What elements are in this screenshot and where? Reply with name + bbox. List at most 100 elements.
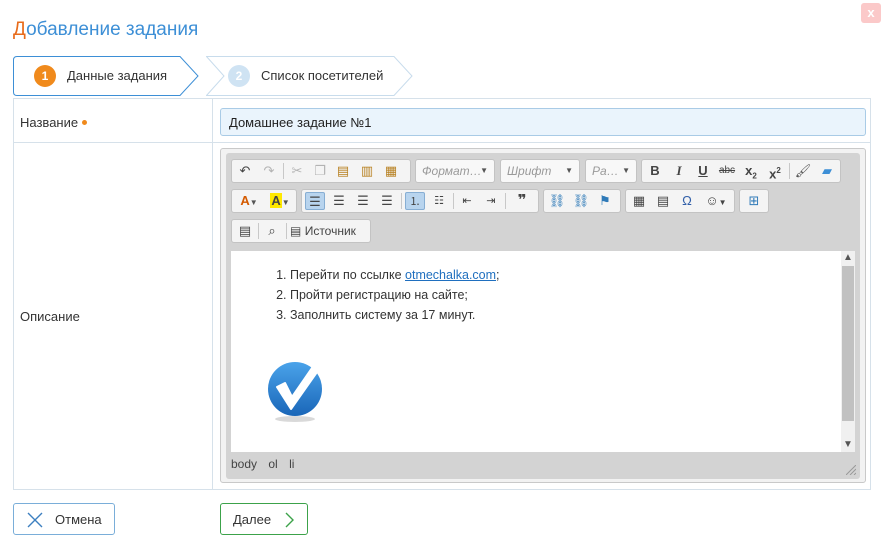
task-steps-list: Перейти по ссылке otmechalka.com; Пройти…	[274, 265, 500, 325]
cut-icon[interactable]: ✂	[287, 162, 307, 180]
editor-frame: ↶ ↷ ✂ ❐ ▤ ▥ ▦ Формат… ▼ Шрифт ▼ Ра… ▼ B I U…	[226, 153, 860, 479]
path-item-ol[interactable]: ol	[268, 457, 277, 471]
superscript-icon[interactable]: x2	[765, 162, 785, 181]
preview-icon[interactable]: ⌕	[262, 222, 282, 240]
path-item-body[interactable]: body	[231, 457, 257, 471]
table-icon[interactable]: ▦	[629, 192, 649, 210]
align-justify-icon[interactable]: ☰	[377, 192, 397, 210]
toolbar-separator	[258, 223, 259, 239]
name-label: Название	[20, 115, 88, 130]
paste-text-icon[interactable]: ▥	[357, 162, 377, 180]
scroll-down-icon[interactable]: ▼	[841, 438, 855, 452]
list-item: Заполнить систему за 17 минут.	[290, 305, 500, 325]
subscript-icon[interactable]: x2	[741, 162, 761, 181]
font-select[interactable]: Шрифт ▼	[500, 159, 580, 183]
step-label: Список посетителей	[261, 68, 384, 83]
step-number: 1	[34, 65, 56, 87]
next-label: Далее	[233, 512, 272, 527]
editor-scrollbar[interactable]: ▲ ▼	[841, 251, 855, 452]
italic-icon[interactable]: I	[669, 162, 689, 180]
rich-text-editor: ↶ ↷ ✂ ❐ ▤ ▥ ▦ Формат… ▼ Шрифт ▼ Ра… ▼ B I U…	[220, 148, 866, 483]
wizard-steps: 1 Данные задания 2 Список посетителей	[13, 56, 433, 96]
align-right-icon[interactable]: ☰	[353, 192, 373, 210]
step-task-data[interactable]: 1 Данные задания	[13, 56, 199, 96]
cancel-label: Отмена	[55, 512, 102, 527]
toolbar-group-clipboard: ↶ ↷ ✂ ❐ ▤ ▥ ▦	[231, 159, 411, 183]
toolbar-separator	[789, 163, 790, 179]
toolbar-separator	[286, 223, 287, 239]
align-left-icon[interactable]: ☰	[305, 192, 325, 210]
chevron-right-icon	[285, 512, 294, 528]
toolbar-group-maximize: ⊞	[739, 189, 769, 213]
numbered-list-icon[interactable]: ⒈	[405, 192, 425, 210]
dialog-title: Добавление задания	[13, 19, 198, 41]
outdent-icon[interactable]: ⇤	[457, 192, 477, 210]
column-divider	[212, 99, 213, 489]
strikethrough-icon[interactable]: abc	[717, 162, 737, 180]
close-button[interactable]: x	[861, 3, 881, 23]
editor-content[interactable]: Перейти по ссылке otmechalka.com; Пройти…	[231, 251, 841, 452]
step-label: Данные задания	[67, 68, 168, 83]
smiley-icon[interactable]: ☺▼	[701, 192, 731, 210]
name-input[interactable]	[220, 108, 866, 136]
templates-icon[interactable]: ▤	[235, 222, 255, 240]
toolbar-separator	[505, 193, 506, 209]
source-icon: ▤	[290, 224, 302, 238]
eraser-icon[interactable]: ▰	[817, 162, 837, 180]
path-item-li[interactable]: li	[289, 457, 294, 471]
toolbar-group-document: ▤ ⌕ ▤ Источник	[231, 219, 371, 243]
name-row: Название	[14, 99, 870, 143]
checkmark-logo-image	[268, 354, 330, 422]
anchor-flag-icon[interactable]: ⚑	[595, 192, 615, 210]
required-indicator	[82, 120, 88, 125]
unlink-icon[interactable]: ⛓	[571, 192, 591, 210]
list-item: Перейти по ссылке otmechalka.com;	[290, 265, 500, 285]
paste-word-icon[interactable]: ▦	[381, 162, 401, 180]
background-color-icon[interactable]: A▼	[265, 192, 295, 210]
special-char-icon[interactable]: Ω	[677, 192, 697, 210]
brush-icon[interactable]: 🖌	[793, 162, 813, 180]
toolbar-group-links: ⛓ ⛓ ⚑	[543, 189, 621, 213]
task-form: Название Описание ↶ ↷ ✂ ❐ ▤ ▥ ▦ Формат…▼…	[13, 98, 871, 490]
paste-icon[interactable]: ▤	[333, 162, 353, 180]
step-visitor-list[interactable]: 2 Список посетителей	[206, 56, 416, 96]
scroll-thumb[interactable]	[842, 266, 854, 421]
otmechalka-link[interactable]: otmechalka.com	[405, 268, 496, 282]
underline-icon[interactable]: U	[693, 162, 713, 180]
link-icon[interactable]: ⛓	[547, 192, 567, 210]
description-label: Описание	[20, 309, 80, 324]
dialog-title-first-letter: Д	[13, 19, 27, 40]
copy-icon[interactable]: ❐	[310, 162, 330, 180]
resize-grip-icon[interactable]	[846, 465, 856, 475]
cancel-button[interactable]: Отмена	[13, 503, 115, 535]
format-select[interactable]: Формат… ▼	[415, 159, 495, 183]
toolbar-row-1: ↶ ↷ ✂ ❐ ▤ ▥ ▦ Формат… ▼ Шрифт ▼ Ра… ▼ B I U…	[231, 159, 851, 183]
toolbar-separator	[283, 163, 284, 179]
cross-icon	[27, 512, 43, 528]
toolbar-separator	[401, 193, 402, 209]
maximize-icon[interactable]: ⊞	[744, 192, 764, 210]
bold-icon[interactable]: B	[645, 162, 665, 180]
element-path: body ol li	[231, 457, 302, 471]
size-select[interactable]: Ра… ▼	[585, 159, 637, 183]
source-button[interactable]: ▤ Источник	[290, 222, 370, 240]
bulleted-list-icon[interactable]: ☷	[429, 192, 449, 210]
indent-icon[interactable]: ⇥	[481, 192, 501, 210]
toolbar-group-paragraph: ☰ ☰ ☰ ☰ ⒈ ☷ ⇤ ⇥ ❞	[301, 189, 539, 213]
toolbar-row-3: ▤ ⌕ ▤ Источник	[231, 219, 851, 243]
scroll-up-icon[interactable]: ▲	[841, 251, 855, 265]
toolbar-group-insert: ▦ ▤ Ω ☺▼	[625, 189, 735, 213]
redo-icon[interactable]: ↷	[259, 162, 279, 180]
horizontal-rule-icon[interactable]: ▤	[653, 192, 673, 210]
undo-icon[interactable]: ↶	[235, 162, 255, 180]
step-number: 2	[228, 65, 250, 87]
toolbar-group-text-style: B I U abc x2 x2 🖌 ▰	[641, 159, 841, 183]
blockquote-icon[interactable]: ❞	[512, 192, 532, 210]
toolbar-separator	[453, 193, 454, 209]
toolbar-row-2: A▼ A▼ ☰ ☰ ☰ ☰ ⒈ ☷ ⇤ ⇥ ❞ ⛓ ⛓ ⚑ ▦ ▤ Ω ☺▼ ⊞	[231, 189, 851, 213]
text-color-icon[interactable]: A▼	[234, 192, 264, 210]
align-center-icon[interactable]: ☰	[329, 192, 349, 210]
toolbar-group-colors: A▼ A▼	[231, 189, 297, 213]
dialog-title-rest: обавление задания	[26, 19, 199, 40]
next-button[interactable]: Далее	[220, 503, 308, 535]
